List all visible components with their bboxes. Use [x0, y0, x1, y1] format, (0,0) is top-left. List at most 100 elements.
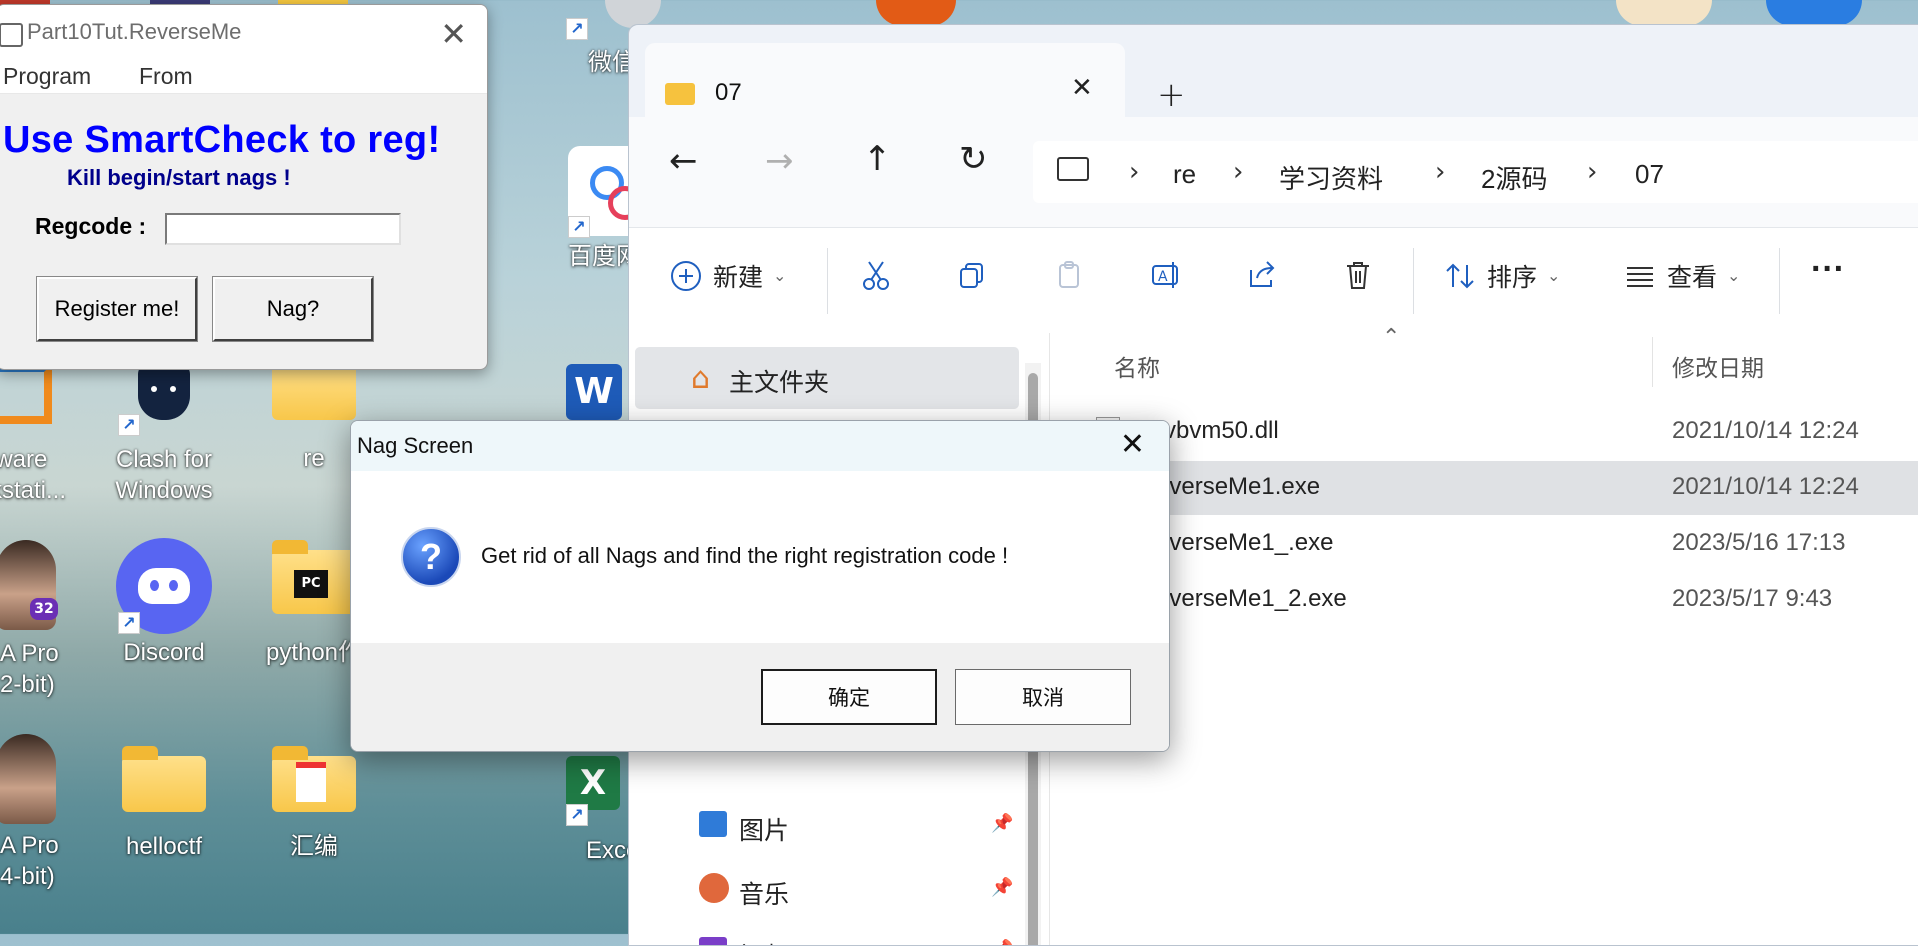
table-row[interactable]: .ReverseMe1_.exe 2023/5/16 17:13 [1050, 517, 1918, 571]
desktop-icon-top-7[interactable] [1766, 0, 1862, 26]
desktop-icon-top-5[interactable] [876, 0, 956, 26]
column-divider[interactable] [1652, 337, 1653, 387]
reverseme-subline: Kill begin/start nags ! [67, 165, 291, 190]
desktop-icon-top-6[interactable] [1616, 0, 1712, 26]
menu-program[interactable]: Program [3, 63, 91, 90]
breadcrumb-source[interactable]: 2源码 [1481, 159, 1547, 196]
nag-titlebar[interactable]: Nag Screen ✕ [351, 421, 1169, 471]
close-icon[interactable]: ✕ [1120, 427, 1145, 462]
chevron-down-icon: ⌄ [1547, 268, 1561, 285]
table-row[interactable]: .ReverseMe1.exe 2021/10/14 12:24 [1050, 461, 1918, 515]
table-row[interactable]: .ReverseMe1_2.exe 2023/5/17 9:43 [1050, 573, 1918, 627]
folder-icon [272, 746, 356, 812]
chevron-down-icon: ⌄ [1727, 268, 1741, 285]
home-icon: ⌂ [691, 361, 711, 396]
nag-button[interactable]: Nag? [212, 276, 374, 342]
tab-close-icon[interactable]: ✕ [1071, 73, 1093, 103]
desktop-icon-label: 汇编 [290, 833, 338, 860]
shortcut-arrow-icon: ↗ [118, 414, 140, 436]
nav-item-pictures[interactable]: 图片 📌 [635, 799, 1019, 849]
desktop-icon-label: Discord [123, 639, 205, 666]
reverseme-title: Part10Tut.ReverseMe [27, 19, 242, 44]
more-icon: ··· [1811, 250, 1845, 288]
nav-item-videos[interactable]: 视频 📌 [635, 925, 1019, 945]
more-button[interactable]: ··· [1811, 250, 1845, 289]
cancel-button[interactable]: 取消 [955, 669, 1131, 725]
reverseme-titlebar[interactable]: Part10Tut.ReverseMe ✕ [0, 5, 487, 61]
new-tab-icon[interactable]: + [1157, 75, 1186, 115]
nag-title: Nag Screen [357, 433, 474, 458]
vmware-logo-icon [0, 364, 52, 424]
nav-label: 视频 [739, 937, 789, 945]
nav-label: 主文件夹 [729, 369, 830, 397]
chevron-right-icon: › [1129, 157, 1140, 187]
trash-icon [1347, 262, 1369, 289]
menu-from[interactable]: From [139, 63, 193, 90]
shortcut-arrow-icon: ↗ [118, 612, 140, 634]
sort-button[interactable]: 排序 ⌄ [1443, 258, 1560, 294]
reverseme-headline: Use SmartCheck to reg! [3, 119, 441, 161]
sort-label: 排序 [1487, 264, 1538, 292]
app-icon [0, 23, 23, 47]
delete-button[interactable] [1341, 258, 1375, 292]
paste-icon [1059, 261, 1079, 288]
column-header-modified[interactable]: 修改日期 [1672, 349, 1764, 383]
column-header-name[interactable]: 名称 [1114, 349, 1160, 383]
address-bar[interactable]: › re › 学习资料 › 2源码 › 07 [1033, 141, 1918, 203]
refresh-icon[interactable]: ↻ [959, 139, 988, 179]
back-icon[interactable]: ← [669, 141, 698, 181]
music-icon [699, 873, 729, 903]
close-icon[interactable]: ✕ [440, 15, 467, 53]
excel-logo-icon: X [566, 756, 620, 810]
file-date: 2021/10/14 12:24 [1672, 473, 1859, 500]
table-row[interactable]: msvbvm50.dll 2021/10/14 12:24 [1050, 405, 1918, 459]
desktop-icon-word[interactable]: W [566, 364, 622, 420]
pictures-icon [699, 811, 727, 837]
chevron-right-icon: › [1587, 157, 1598, 187]
forward-icon[interactable]: → [765, 141, 794, 181]
chevron-down-icon: ⌄ [773, 268, 787, 285]
new-button[interactable]: 新建 ⌄ [669, 258, 786, 294]
regcode-input[interactable] [165, 213, 401, 245]
rename-button[interactable]: A [1149, 258, 1183, 292]
chevron-right-icon: › [1233, 157, 1244, 187]
reverseme-window: Part10Tut.ReverseMe ✕ Program From Use S… [0, 4, 488, 370]
paste-button[interactable] [1053, 258, 1087, 292]
shortcut-arrow-icon: ↗ [566, 804, 588, 826]
nav-item-music[interactable]: 音乐 📌 [635, 863, 1019, 913]
nav-label: 音乐 [739, 881, 790, 909]
scissors-icon [863, 261, 889, 290]
tab-title: 07 [715, 79, 742, 106]
ok-button[interactable]: 确定 [761, 669, 937, 725]
nag-dialog: Nag Screen ✕ ? Get rid of all Nags and f… [350, 420, 1170, 752]
up-icon[interactable]: ↑ [863, 139, 892, 179]
list-view-icon [1627, 267, 1653, 287]
desktop-icon-label: lware kstati... [0, 446, 67, 504]
copy-button[interactable] [955, 258, 989, 292]
pin-icon: 📌 [991, 813, 1014, 834]
register-button[interactable]: Register me! [36, 276, 198, 342]
file-list: ⌃ 名称 修改日期 msvbvm50.dll 2021/10/14 12:24 … [1049, 325, 1918, 945]
folder-icon [122, 746, 206, 812]
shortcut-arrow-icon: ↗ [568, 216, 590, 238]
folder-icon [665, 83, 695, 105]
breadcrumb-re[interactable]: re [1173, 159, 1196, 190]
ida-portrait-icon [0, 734, 56, 824]
word-logo-icon: W [574, 371, 614, 412]
breadcrumb-study[interactable]: 学习资料 [1279, 159, 1383, 196]
computer-icon [1057, 157, 1089, 181]
view-button[interactable]: 查看 ⌄ [1623, 258, 1740, 294]
chevron-right-icon: › [1435, 157, 1446, 187]
nag-message: Get rid of all Nags and find the right r… [481, 543, 1009, 568]
cut-button[interactable] [859, 258, 893, 292]
sort-icon [1446, 263, 1474, 289]
svg-text:A: A [1158, 269, 1168, 285]
folder-icon [272, 354, 356, 420]
nav-item-home[interactable]: ⌂ 主文件夹 [635, 347, 1019, 409]
copy-icon [960, 263, 983, 288]
videos-icon [699, 937, 727, 945]
divider [1779, 248, 1780, 314]
breadcrumb-07[interactable]: 07 [1635, 159, 1664, 190]
sort-caret-icon: ⌃ [1382, 325, 1401, 350]
share-button[interactable] [1245, 258, 1279, 292]
